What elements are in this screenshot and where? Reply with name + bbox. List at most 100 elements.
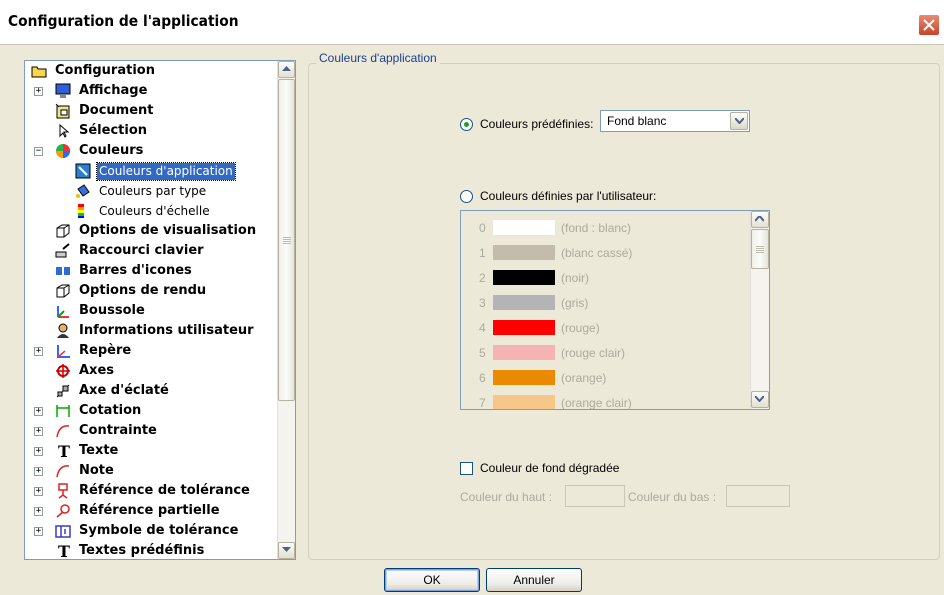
top-color-label: Couleur du haut : xyxy=(460,490,553,504)
tree-item-label: Cotation xyxy=(79,403,142,418)
axes-icon xyxy=(55,363,71,379)
bottom-color-field[interactable] xyxy=(726,485,790,507)
tree-item-label: Raccourci clavier xyxy=(79,243,204,258)
tree-item-label: Textes prédéfinis xyxy=(79,543,205,558)
tree-expander[interactable]: + xyxy=(34,447,43,456)
tree-item-label: Options de rendu xyxy=(79,283,207,298)
tree-item[interactable]: Textes prédéfinis xyxy=(77,541,206,559)
color-list-scrollbar[interactable] xyxy=(750,211,769,409)
note-icon xyxy=(55,463,71,479)
user-colors-radio[interactable] xyxy=(460,190,473,203)
tree-expander[interactable]: + xyxy=(34,487,43,496)
tree-expander[interactable]: + xyxy=(34,427,43,436)
document-icon xyxy=(55,103,71,119)
tree-item[interactable]: Informations utilisateur xyxy=(77,321,256,341)
monitor-icon xyxy=(55,83,71,99)
tree-item[interactable]: Couleurs par type xyxy=(97,181,208,201)
tree-item[interactable]: Axes xyxy=(77,361,116,381)
tree-item[interactable]: Raccourci clavier xyxy=(77,241,206,261)
color-list-item[interactable]: 2 (noir) xyxy=(461,265,751,290)
predefined-colors-radio[interactable] xyxy=(460,118,473,131)
tree-item[interactable]: Note xyxy=(77,461,116,481)
tree-item[interactable]: Axe d'éclaté xyxy=(77,381,171,401)
tree-item[interactable]: Contrainte xyxy=(77,421,159,441)
color-list-item[interactable]: 6 (orange) xyxy=(461,365,751,390)
tree-item[interactable]: Repère xyxy=(77,341,133,361)
dropdown-button[interactable] xyxy=(730,112,748,130)
user-colors-label: Couleurs définies par l'utilisateur: xyxy=(480,189,657,203)
color-list-item[interactable]: 7 (orange clair) xyxy=(461,390,751,410)
predefined-colors-label: Couleurs prédéfinies: xyxy=(480,117,594,131)
cube-icon xyxy=(55,223,71,239)
tree-expander[interactable]: + xyxy=(34,347,43,356)
ok-button[interactable]: OK xyxy=(384,568,480,592)
tree-item[interactable]: Couleurs d'application xyxy=(96,161,236,181)
user-icon xyxy=(55,323,71,339)
arrow-up-icon xyxy=(755,216,764,222)
config-tree[interactable]: Configuration + Affichage Document Sélection… xyxy=(24,60,296,560)
color-index: 2 xyxy=(479,271,486,285)
text-icon: T xyxy=(55,542,71,559)
tree-expander[interactable]: + xyxy=(34,467,43,476)
tree-item[interactable]: Référence partielle xyxy=(77,501,222,521)
tree-item[interactable]: Symbole de tolérance xyxy=(77,521,240,541)
tree-item[interactable]: Configuration xyxy=(53,61,157,81)
color-swatch xyxy=(493,395,555,409)
color-list[interactable]: 0 (fond : blanc) 1 (blanc cassé) 2 (noir) 3 (gr… xyxy=(460,210,770,410)
color-list-item[interactable]: 1 (blanc cassé) xyxy=(461,240,751,265)
color-index: 4 xyxy=(479,321,486,335)
tree-item[interactable]: Référence de tolérance xyxy=(77,481,252,501)
tree-item[interactable]: Couleurs xyxy=(77,141,145,161)
tree-expander[interactable]: + xyxy=(34,87,43,96)
color-name: (noir) xyxy=(561,271,590,285)
predefined-colors-select[interactable]: Fond blanc xyxy=(600,110,750,132)
color-index: 5 xyxy=(479,346,486,360)
tree-item[interactable]: Options de rendu xyxy=(77,281,208,301)
color-list-item[interactable]: 5 (rouge clair) xyxy=(461,340,751,365)
color-name: (rouge clair) xyxy=(561,346,626,360)
tree-item[interactable]: Couleurs d'échelle xyxy=(97,201,212,221)
tree-expander[interactable]: + xyxy=(34,407,43,416)
gradient-checkbox[interactable] xyxy=(460,462,473,475)
tree-item[interactable]: Barres d'icones xyxy=(77,261,194,281)
tree-item[interactable]: Affichage xyxy=(77,81,149,101)
title-bar: Configuration de l'application xyxy=(0,0,944,44)
color-list-item[interactable]: 0 (fond : blanc) xyxy=(461,215,751,240)
scroll-down-button[interactable] xyxy=(751,391,769,408)
color-index: 0 xyxy=(479,221,486,235)
tree-item[interactable]: Cotation xyxy=(77,401,143,421)
color-list-item[interactable]: 3 (gris) xyxy=(461,290,751,315)
keyboard-shortcut-icon xyxy=(55,243,71,259)
folder-icon xyxy=(31,63,47,79)
scroll-thumb[interactable] xyxy=(278,79,295,401)
scroll-thumb[interactable] xyxy=(751,229,769,269)
tree-item-label: Sélection xyxy=(79,123,148,138)
tree-item[interactable]: Texte xyxy=(77,441,120,461)
cancel-button[interactable]: Annuler xyxy=(486,568,582,592)
tree-item-label: Note xyxy=(79,463,114,478)
color-name: (orange clair) xyxy=(561,396,632,410)
top-color-field[interactable] xyxy=(565,485,625,507)
tree-item[interactable]: Document xyxy=(77,101,156,121)
tree-expander[interactable]: + xyxy=(34,507,43,516)
tree-item-label: Contrainte xyxy=(79,423,157,438)
tree-expander[interactable]: + xyxy=(34,527,43,536)
tree-item[interactable]: Options de visualisation xyxy=(77,221,258,241)
tree-expander[interactable]: − xyxy=(34,147,43,156)
tree-item-label: Symbole de tolérance xyxy=(79,523,239,538)
tree-scrollbar[interactable] xyxy=(277,61,295,559)
tree-item-label: Axes xyxy=(79,363,115,378)
tree-item[interactable]: Boussole xyxy=(77,301,147,321)
toolbar-icon xyxy=(55,263,71,279)
tree-item[interactable]: Sélection xyxy=(77,121,149,141)
color-swatch xyxy=(493,270,555,285)
tree-item-label: Options de visualisation xyxy=(79,223,257,238)
scroll-down-button[interactable] xyxy=(278,542,295,559)
color-list-item[interactable]: 4 (rouge) xyxy=(461,315,751,340)
close-button[interactable] xyxy=(918,14,940,36)
tree-item-label: Barres d'icones xyxy=(79,263,192,278)
scroll-up-button[interactable] xyxy=(751,211,769,228)
color-swatch xyxy=(493,370,555,385)
scroll-up-button[interactable] xyxy=(278,61,295,78)
window-title: Configuration de l'application xyxy=(8,12,239,30)
